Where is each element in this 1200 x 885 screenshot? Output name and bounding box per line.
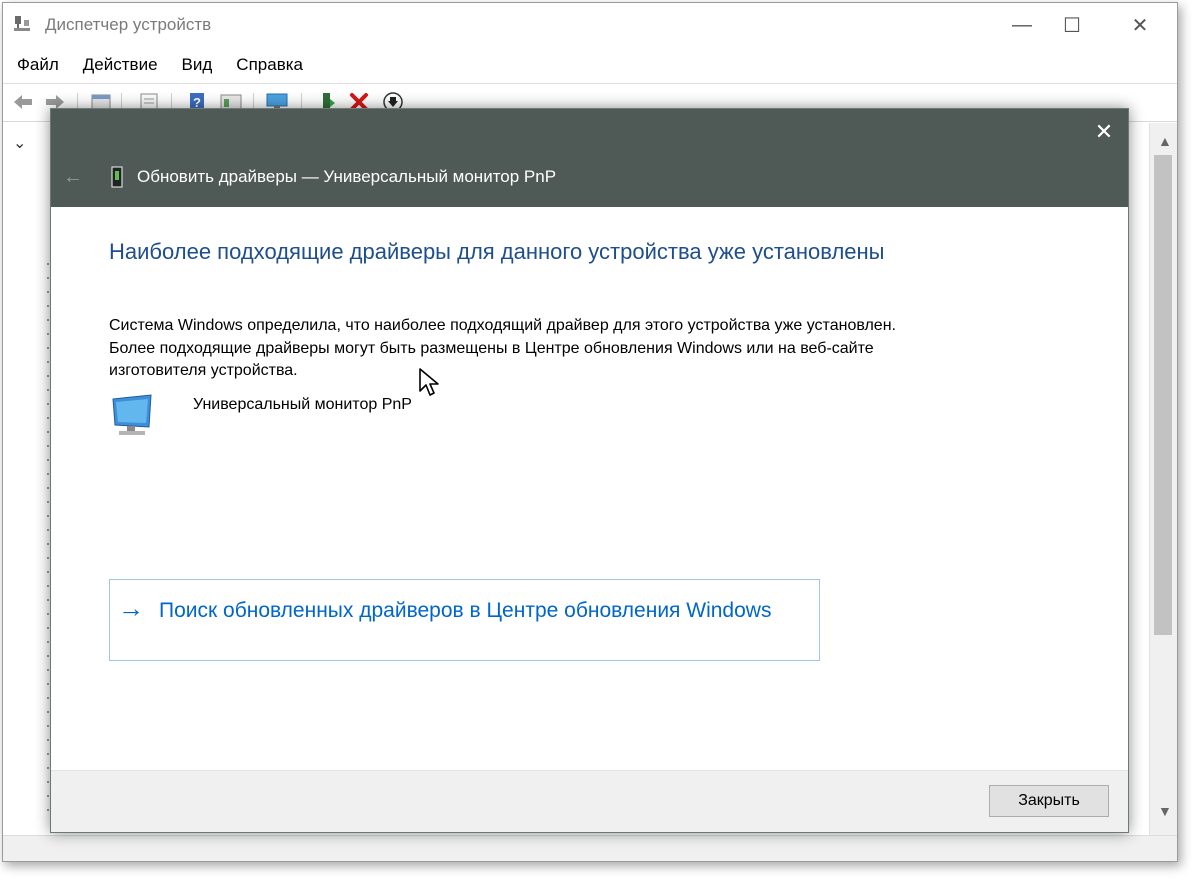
menu-help[interactable]: Справка <box>224 51 315 79</box>
mouse-pointer-icon <box>419 368 439 396</box>
menu-file[interactable]: Файл <box>3 51 71 79</box>
chevron-down-icon[interactable]: ⌄ <box>13 133 26 153</box>
result-description: Система Windows определила, что наиболее… <box>109 317 896 379</box>
status-bar <box>3 835 1177 861</box>
menu-divider <box>3 83 1177 84</box>
result-headline: Наиболее подходящие драйверы для данного… <box>109 239 885 264</box>
device-manager-icon <box>14 16 30 31</box>
dialog-close-button[interactable]: ✕ <box>1087 117 1121 147</box>
menu-bar: Файл Действие Вид Справка <box>3 51 1177 79</box>
dialog-header: ✕ ← Обновить драйверы — Универсальный мо… <box>51 109 1128 207</box>
maximize-button[interactable]: ☐ <box>1049 3 1095 47</box>
dialog-title: Обновить драйверы — Универсальный монито… <box>137 167 557 186</box>
dialog-footer: Закрыть <box>51 770 1128 832</box>
back-arrow-icon[interactable] <box>11 91 35 113</box>
scroll-thumb[interactable] <box>1154 155 1172 635</box>
close-button[interactable]: Закрыть <box>989 785 1109 817</box>
vertical-scrollbar[interactable]: ▲ ▼ <box>1149 123 1177 861</box>
menu-view[interactable]: Вид <box>170 51 225 79</box>
minimize-button[interactable]: — <box>999 3 1045 47</box>
scroll-up-icon[interactable]: ▲ <box>1158 133 1172 149</box>
update-drivers-dialog: ✕ ← Обновить драйверы — Универсальный мо… <box>50 108 1129 833</box>
window-title: Диспетчер устройств <box>45 15 212 34</box>
search-windows-update-link[interactable]: → Поиск обновленных драйверов в Центре о… <box>109 579 820 661</box>
close-window-button[interactable]: ✕ <box>1117 3 1163 47</box>
scroll-down-icon[interactable]: ▼ <box>1158 803 1172 819</box>
menu-action[interactable]: Действие <box>71 51 170 79</box>
back-arrow-icon[interactable]: ← <box>59 165 87 189</box>
tree-connector-lines <box>47 263 49 823</box>
search-link-label: Поиск обновленных драйверов в Центре обн… <box>159 599 772 622</box>
title-bar[interactable]: Диспетчер устройств — ☐ ✕ <box>3 3 1177 47</box>
arrow-right-icon: → <box>118 593 144 623</box>
device-icon <box>111 166 123 188</box>
monitor-icon <box>112 394 152 435</box>
device-name: Универсальный монитор PnP <box>193 396 412 413</box>
